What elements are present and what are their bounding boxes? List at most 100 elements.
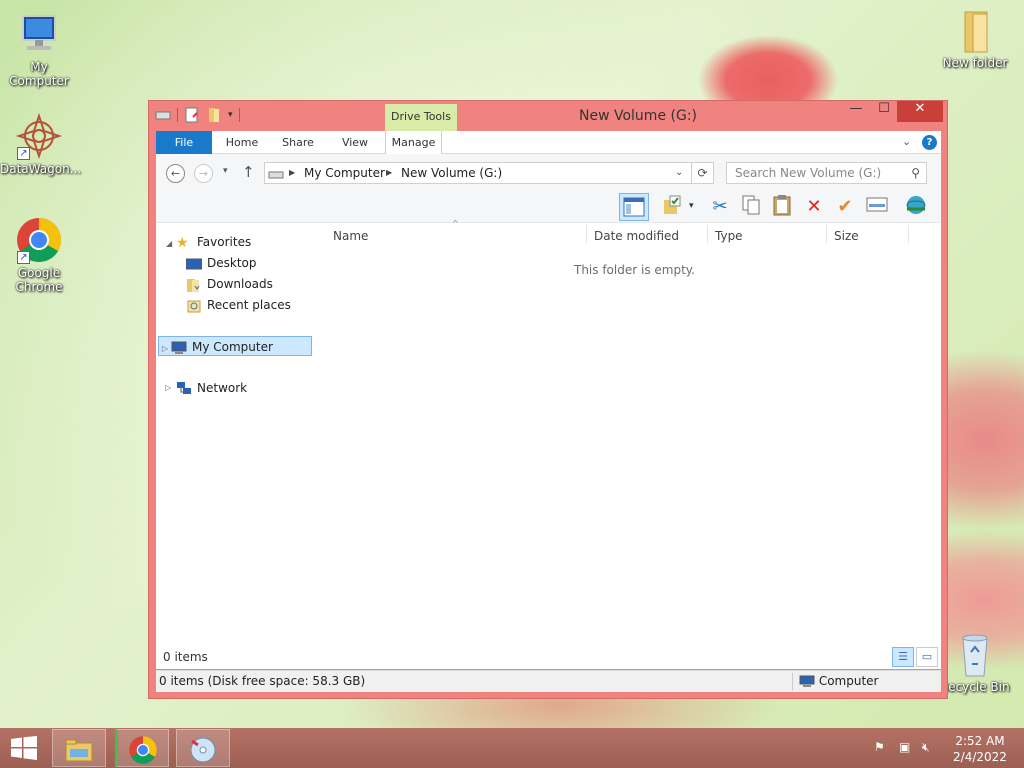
nav-downloads[interactable]: Downloads — [186, 274, 273, 294]
shortcut-arrow-icon: ↗ — [17, 251, 30, 264]
empty-folder-message: This folder is empty. — [574, 263, 695, 277]
tab-manage[interactable]: Manage — [385, 131, 442, 154]
details-view-button[interactable]: ☰ — [892, 647, 914, 667]
tab-file[interactable]: File — [156, 131, 212, 154]
desktop-icon-datawagon[interactable]: ↗ DataWagon... — [0, 112, 82, 176]
shortcut-arrow-icon: ↗ — [17, 147, 30, 160]
copy-icon[interactable] — [738, 194, 764, 220]
folder-icon — [951, 6, 999, 54]
expand-arrow-icon: ▷ — [161, 344, 169, 353]
recent-places-icon — [186, 299, 202, 313]
status-disk-free: 0 items (Disk free space: 58.3 GB) — [159, 674, 366, 688]
address-history-chevron-icon[interactable]: ⌄ — [675, 167, 683, 178]
minimize-button[interactable]: — — [841, 101, 871, 122]
volume-muted-icon[interactable]: 🔇︎ — [922, 740, 930, 755]
action-center-flag-icon[interactable]: ⚑ — [874, 740, 885, 754]
select-chevron-icon[interactable]: ▾ — [689, 201, 694, 211]
recycle-bin-icon — [951, 630, 999, 678]
computer-icon — [799, 674, 815, 688]
command-toolbar: ▾ ✂ ✕ ✔ — [156, 191, 941, 223]
help-icon[interactable]: ? — [922, 135, 937, 150]
star-icon: ★ — [176, 234, 189, 251]
breadcrumb-my-computer[interactable]: My Computer — [304, 166, 385, 180]
column-type[interactable]: Type — [715, 229, 743, 243]
sort-indicator-icon: ^ — [452, 219, 459, 228]
customize-qat-chevron-icon[interactable]: ▾ — [228, 110, 233, 120]
breadcrumb-separator-icon: ▶ — [386, 168, 393, 177]
expand-ribbon-chevron-icon[interactable]: ⌄ — [902, 135, 911, 148]
address-bar[interactable]: ▶ My Computer ▶ New Volume (G:) ⌄ — [264, 162, 692, 184]
search-icon: ⚲ — [911, 166, 920, 180]
item-count-row: 0 items ☰ ▭ — [156, 647, 941, 669]
media-disc-icon — [190, 737, 216, 762]
up-button[interactable]: ↑ — [242, 163, 255, 181]
drive-icon — [268, 167, 284, 184]
large-icons-view-button[interactable]: ▭ — [916, 647, 938, 667]
desktop-icon-label: My Computer — [9, 60, 69, 88]
nav-my-computer[interactable]: ▷ My Computer — [158, 336, 312, 356]
expand-arrow-icon[interactable]: ▷ — [165, 383, 171, 392]
refresh-button[interactable]: ⟳ — [692, 162, 714, 184]
taskbar: ⚑ ▣ 🔇︎ 2:52 AM 2/4/2022 — [0, 728, 1024, 768]
nav-network[interactable]: Network — [176, 378, 247, 398]
tab-view[interactable]: View — [332, 131, 378, 154]
computer-icon — [15, 10, 63, 58]
close-button[interactable]: ✕ — [897, 101, 943, 122]
computer-icon — [171, 341, 187, 355]
drive-icon — [155, 107, 171, 123]
clock-time: 2:52 AM — [955, 734, 1005, 748]
item-count: 0 items — [163, 650, 208, 664]
properties-icon[interactable] — [864, 194, 890, 220]
select-folder-icon[interactable] — [659, 194, 685, 220]
explorer-window: ▾ Drive Tools New Volume (G:) — ☐ ✕ File… — [148, 100, 948, 699]
navigation-pane: ◢ ★ Favorites Desktop Downloads Recent pl… — [156, 223, 326, 669]
taskbar-file-explorer[interactable] — [52, 729, 106, 767]
delete-icon[interactable]: ✕ — [801, 194, 827, 220]
network-status-icon[interactable]: ▣ — [899, 740, 910, 754]
tab-home[interactable]: Home — [219, 131, 265, 154]
tab-share[interactable]: Share — [275, 131, 321, 154]
rename-check-icon[interactable]: ✔ — [832, 194, 858, 220]
taskbar-media-app[interactable] — [176, 729, 230, 767]
nav-recent-places[interactable]: Recent places — [186, 295, 291, 315]
ribbon-tabs: File Home Share View Manage ⌄ ? — [156, 131, 941, 154]
start-button[interactable] — [10, 736, 38, 760]
forward-button[interactable]: → — [194, 164, 213, 183]
nav-desktop[interactable]: Desktop — [185, 253, 257, 273]
nav-favorites[interactable]: ★ Favorites — [176, 232, 251, 252]
desktop-icon-my-computer[interactable]: My Computer — [0, 10, 78, 88]
title-bar[interactable]: ▾ Drive Tools New Volume (G:) — ☐ ✕ — [149, 101, 947, 131]
chrome-icon: ↗ — [15, 216, 63, 264]
search-placeholder: Search New Volume (G:) — [735, 166, 882, 180]
column-name[interactable]: Name — [333, 229, 368, 243]
datawagon-icon: ↗ — [15, 112, 63, 160]
maximize-button[interactable]: ☐ — [869, 101, 899, 122]
window-title: New Volume (G:) — [579, 108, 697, 124]
desktop-icon-label: New folder — [942, 56, 1008, 70]
content-area: ◢ ★ Favorites Desktop Downloads Recent pl… — [156, 219, 941, 669]
clock[interactable]: 2:52 AM 2/4/2022 — [946, 733, 1014, 765]
cut-icon[interactable]: ✂ — [707, 194, 733, 220]
desktop-icon-label: DataWagon... — [0, 162, 82, 176]
desktop-icon-new-folder[interactable]: New folder — [936, 6, 1014, 70]
network-icon — [176, 381, 192, 396]
downloads-folder-icon — [186, 278, 202, 292]
back-button[interactable]: ← — [166, 164, 185, 183]
properties-icon[interactable] — [184, 107, 200, 123]
collapse-arrow-icon[interactable]: ◢ — [166, 239, 172, 248]
column-size[interactable]: Size — [834, 229, 859, 243]
recent-locations-chevron-icon[interactable]: ▾ — [223, 166, 228, 176]
desktop-icon-google-chrome[interactable]: ↗ Google Chrome — [0, 216, 78, 294]
status-zone: Computer — [792, 673, 878, 691]
preview-pane-button[interactable] — [619, 193, 649, 221]
new-folder-icon[interactable] — [206, 107, 222, 123]
breadcrumb-new-volume[interactable]: New Volume (G:) — [401, 166, 502, 180]
status-bar: 0 items (Disk free space: 58.3 GB) Compu… — [156, 670, 941, 692]
address-row: ← → ▾ ↑ ▶ My Computer ▶ New Volume (G:) … — [156, 154, 941, 191]
column-date-modified[interactable]: Date modified — [594, 229, 679, 243]
clock-date: 2/4/2022 — [953, 750, 1007, 764]
network-globe-icon[interactable] — [903, 194, 929, 220]
paste-icon[interactable] — [769, 194, 795, 220]
search-input[interactable]: Search New Volume (G:) ⚲ — [726, 162, 927, 184]
taskbar-google-chrome[interactable] — [115, 729, 169, 767]
